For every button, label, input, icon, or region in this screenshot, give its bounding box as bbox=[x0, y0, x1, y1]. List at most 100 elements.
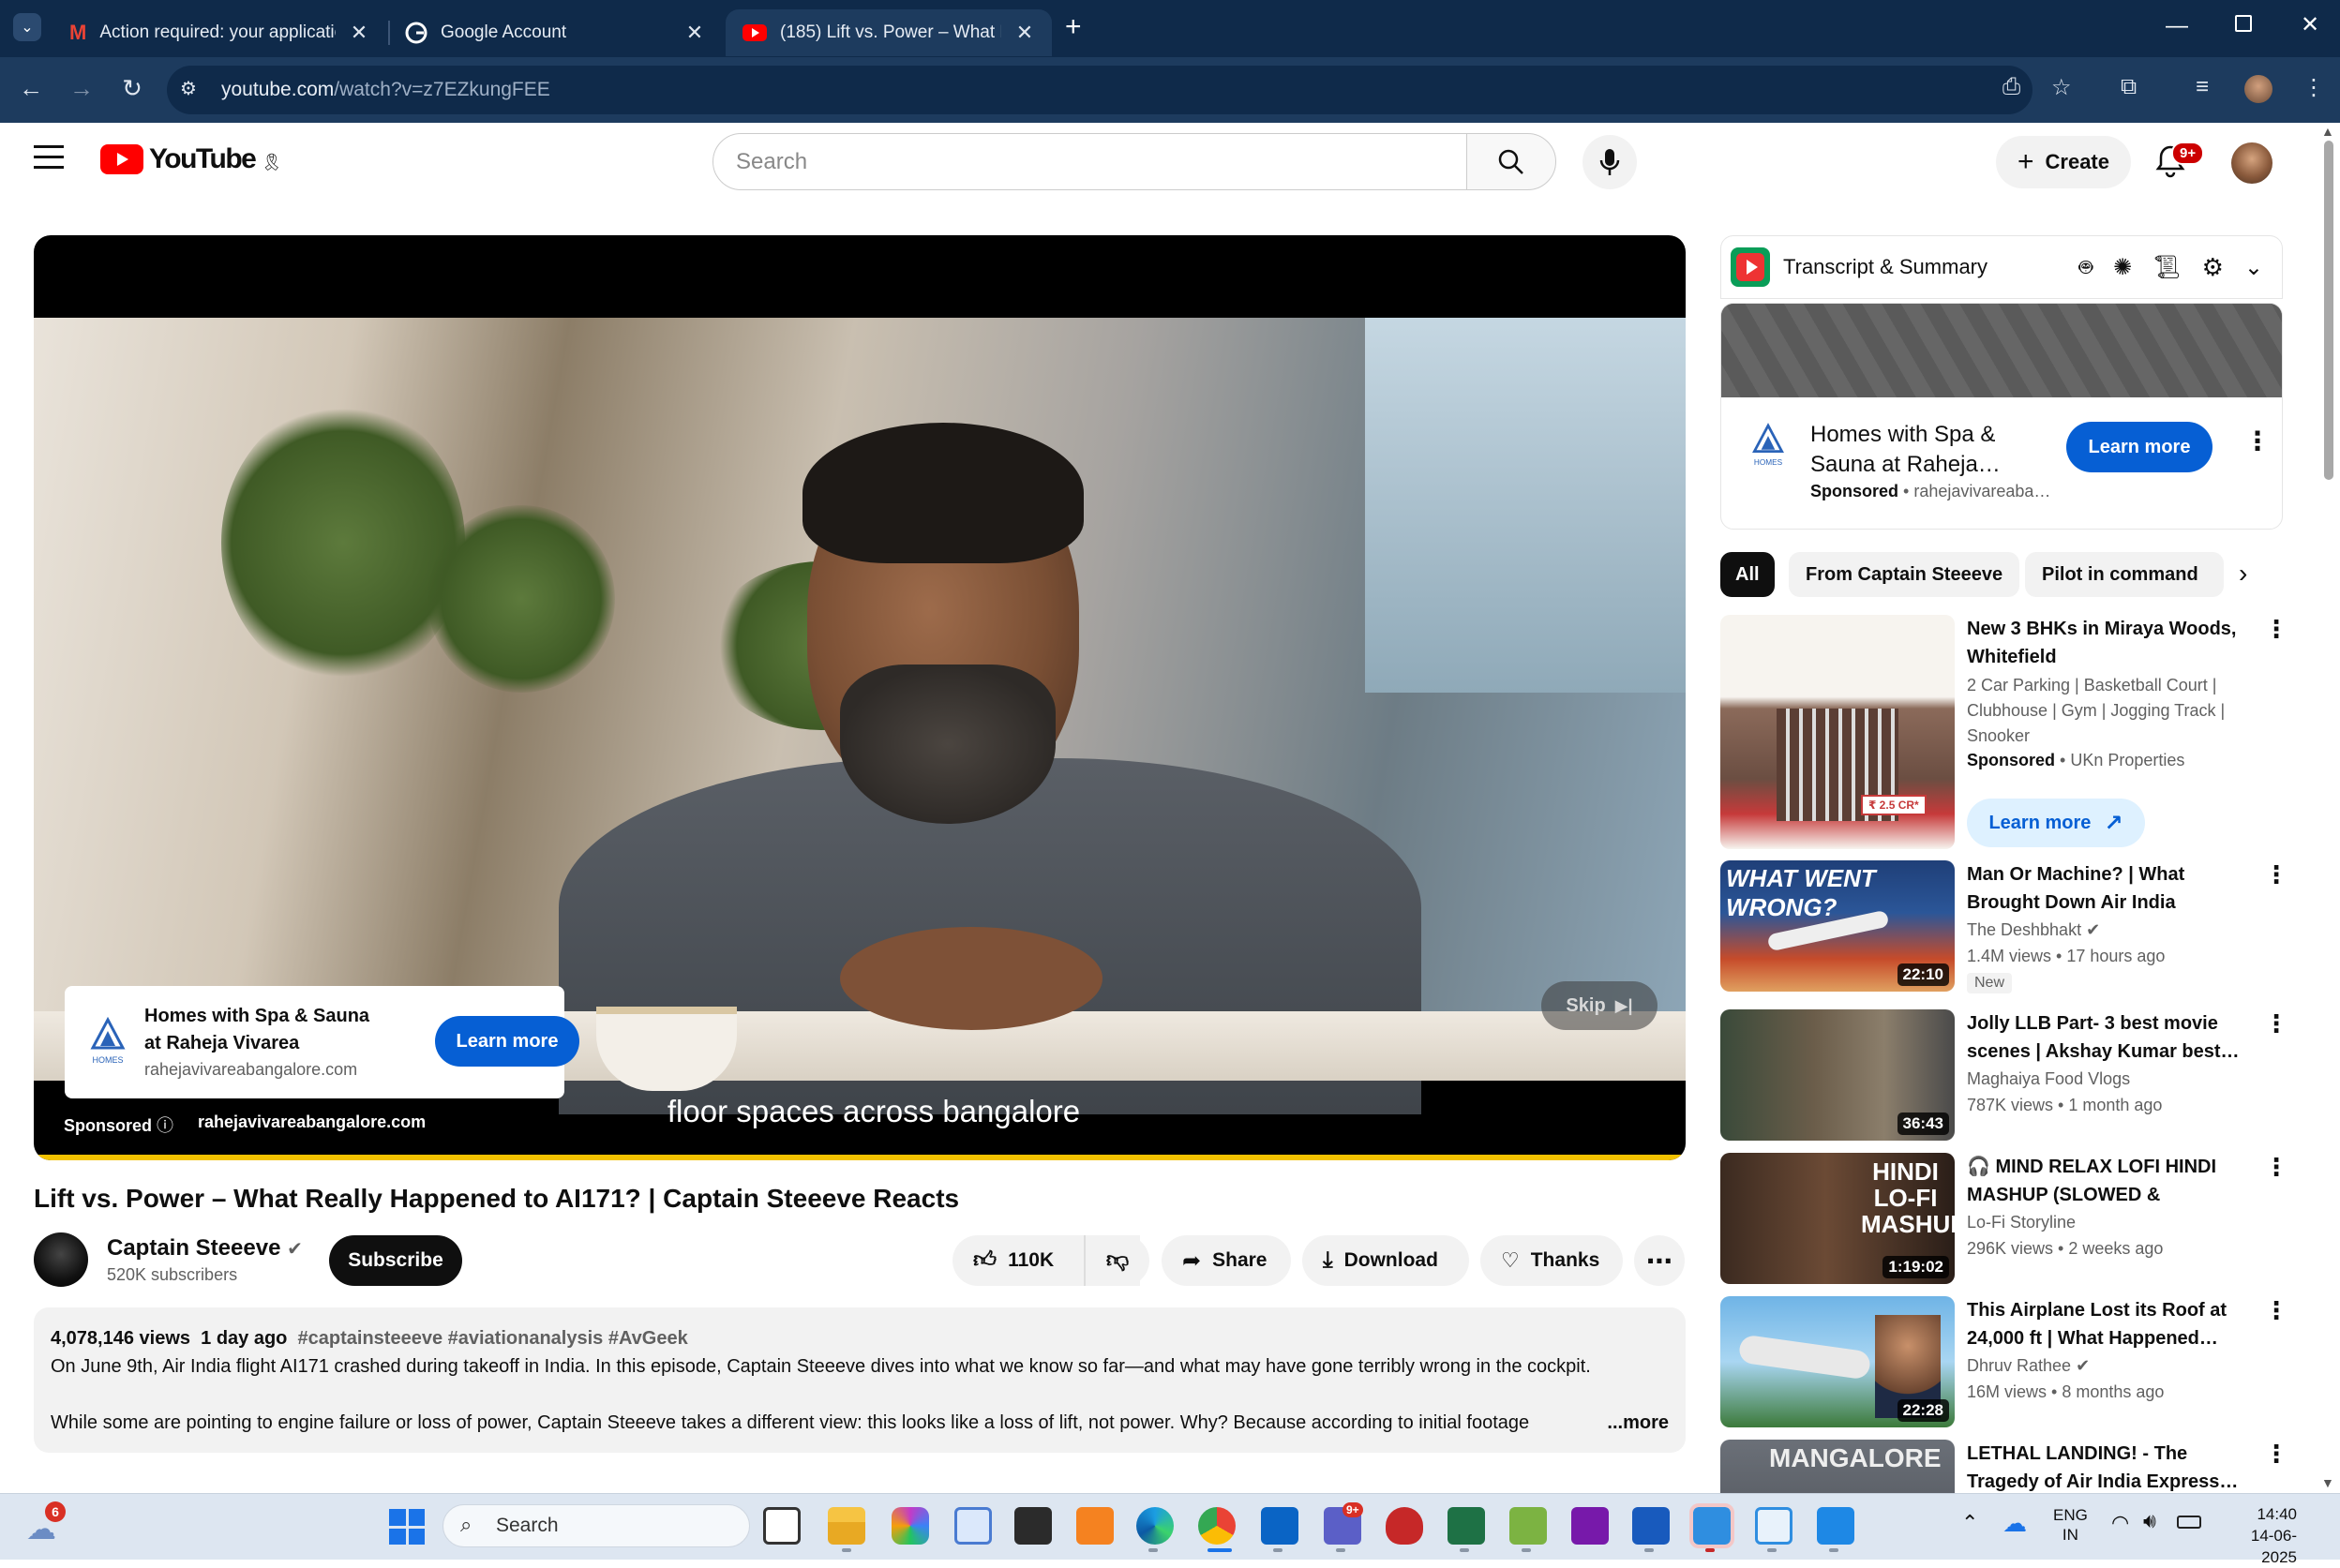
install-app-icon[interactable]: ⎙ bbox=[2002, 74, 2020, 100]
item-more-icon[interactable]: ⋮ bbox=[2264, 1153, 2288, 1182]
battery-icon[interactable] bbox=[2177, 1516, 2201, 1529]
address-bar[interactable]: youtube.com/watch?v=z7EZkungFEE bbox=[167, 66, 2032, 114]
terminal-icon[interactable] bbox=[1014, 1507, 1052, 1545]
start-button[interactable] bbox=[389, 1509, 425, 1545]
wifi-icon[interactable]: ◠ bbox=[2111, 1511, 2129, 1535]
chrome-menu-icon[interactable]: ⋮ bbox=[2302, 74, 2325, 101]
share-button[interactable]: ➦ Share bbox=[1162, 1235, 1291, 1286]
list-item[interactable]: MANGALORE LETHAL LANDING! - The Tragedy … bbox=[1720, 1440, 2283, 1493]
close-window-icon[interactable]: ✕ bbox=[2301, 11, 2319, 38]
list-item[interactable]: HINDI LO-FI MASHUP 1:19:02 🎧 MIND RELAX … bbox=[1720, 1153, 2288, 1286]
search-input[interactable]: Search bbox=[712, 133, 1467, 190]
close-tab-icon[interactable]: ✕ bbox=[684, 21, 705, 45]
video-title[interactable]: This Airplane Lost its Roof at 24,000 ft… bbox=[1967, 1296, 2248, 1352]
maximize-icon[interactable] bbox=[2235, 15, 2252, 32]
transcript-summary-panel[interactable]: Transcript & Summary 🤖︎ ✺ 📜︎ ⚙ ⌄ bbox=[1720, 235, 2283, 299]
create-button[interactable]: + Create bbox=[1996, 136, 2131, 188]
video-title[interactable]: Jolly LLB Part- 3 best movie scenes | Ak… bbox=[1967, 1009, 2248, 1066]
tab-google-account[interactable]: Google Account ✕ bbox=[388, 9, 722, 56]
sponsored-label[interactable]: Sponsored ⓘ bbox=[64, 1113, 173, 1137]
chart-app-icon[interactable] bbox=[1509, 1507, 1547, 1545]
office-app-icon[interactable] bbox=[1076, 1507, 1114, 1545]
volume-icon[interactable]: 🔊︎ bbox=[2143, 1509, 2156, 1533]
thanks-button[interactable]: ♡ Thanks bbox=[1480, 1235, 1623, 1286]
video-title[interactable]: Man Or Machine? | What Brought Down Air … bbox=[1967, 860, 2248, 917]
scroll-up-icon[interactable]: ▲ bbox=[2321, 124, 2334, 139]
remote-desktop-icon[interactable] bbox=[1689, 1503, 1734, 1548]
bookmark-star-icon[interactable]: ☆ bbox=[2051, 74, 2072, 101]
settings-gear-icon[interactable]: ⚙ bbox=[2202, 253, 2224, 282]
subscribe-button[interactable]: Subscribe bbox=[329, 1235, 462, 1286]
voice-search-button[interactable] bbox=[1582, 135, 1637, 189]
item-more-icon[interactable]: ⋮ bbox=[2264, 1296, 2288, 1325]
clock[interactable]: 14:40 14-06-2025 bbox=[2222, 1503, 2297, 1568]
channel-name[interactable]: Captain Steeeve ✔ bbox=[107, 1235, 303, 1262]
m365-icon[interactable] bbox=[892, 1507, 929, 1545]
skip-ad-button[interactable]: Skip ▶| bbox=[1541, 981, 1658, 1030]
list-item[interactable]: 36:43 Jolly LLB Part- 3 best movie scene… bbox=[1720, 1009, 2288, 1142]
taskbar-search[interactable]: ⌕ Search bbox=[442, 1504, 750, 1547]
ad-more-icon[interactable]: ⋮ bbox=[2244, 426, 2271, 456]
sponsored-title[interactable]: New 3 BHKs in Miraya Woods, Whitefield bbox=[1967, 615, 2248, 671]
file-explorer-icon[interactable] bbox=[828, 1507, 865, 1545]
youtube-logo[interactable]: YouTube 🎗 bbox=[100, 143, 282, 175]
close-tab-icon[interactable]: ✕ bbox=[1014, 21, 1035, 45]
hashtags[interactable]: #captainsteeeve #aviationanalysis #AvGee… bbox=[298, 1328, 688, 1349]
scrollbar-thumb[interactable] bbox=[2324, 141, 2333, 480]
chevron-down-icon[interactable]: ⌄ bbox=[2244, 254, 2263, 281]
photos-app-icon[interactable] bbox=[1817, 1507, 1854, 1545]
tab-gmail[interactable]: M Action required: your applicatio ✕ bbox=[52, 9, 386, 56]
list-item[interactable]: 22:28 This Airplane Lost its Roof at 24,… bbox=[1720, 1296, 2288, 1429]
channel-name[interactable]: Maghaiya Food Vlogs bbox=[1967, 1069, 2130, 1089]
sponsored-list-item[interactable]: ₹ 2.5 CR* New 3 BHKs in Miraya Woods, Wh… bbox=[1720, 615, 2288, 849]
hamburger-menu-icon[interactable] bbox=[34, 145, 64, 169]
video-player[interactable]: HOMES Homes with Spa & Sauna at Raheja V… bbox=[34, 235, 1686, 1160]
sponsored-url[interactable]: rahejavivareabangalore.com bbox=[198, 1113, 426, 1132]
player-ad-card[interactable]: HOMES Homes with Spa & Sauna at Raheja V… bbox=[65, 986, 579, 1098]
channel-name[interactable]: The Deshbhakt ✔ bbox=[1967, 920, 2100, 940]
media-control-icon[interactable]: ≡ bbox=[2196, 74, 2209, 100]
video-thumbnail[interactable]: HINDI LO-FI MASHUP 1:19:02 bbox=[1720, 1153, 1955, 1284]
onenote-icon[interactable] bbox=[1571, 1507, 1609, 1545]
language-indicator[interactable]: ENG IN bbox=[2053, 1505, 2088, 1545]
profile-avatar[interactable] bbox=[2244, 75, 2272, 103]
extensions-icon[interactable]: ⧉ bbox=[2121, 74, 2137, 100]
item-more-icon[interactable]: ⋮ bbox=[2264, 860, 2288, 889]
security-app-icon[interactable] bbox=[1386, 1507, 1423, 1545]
list-item[interactable]: WHAT WENT WRONG? 22:10 Man Or Machine? |… bbox=[1720, 860, 2288, 993]
channel-name[interactable]: Lo-Fi Storyline bbox=[1967, 1213, 2076, 1232]
chip-pilot-in-command[interactable]: Pilot in command bbox=[2025, 552, 2224, 597]
channel-avatar[interactable] bbox=[34, 1232, 88, 1287]
ad-learn-more-button[interactable]: Learn more bbox=[435, 1016, 579, 1067]
minimize-icon[interactable]: — bbox=[2166, 13, 2188, 39]
dislike-button[interactable]: 👎︎ bbox=[1084, 1235, 1149, 1286]
item-more-icon[interactable]: ⋮ bbox=[2264, 1009, 2288, 1038]
sidebar-ad-learn-more-button[interactable]: Learn more bbox=[2066, 422, 2212, 472]
tray-overflow-icon[interactable]: ⌃ bbox=[1961, 1511, 1978, 1535]
info-icon[interactable]: ⓘ bbox=[157, 1116, 173, 1135]
word-icon[interactable] bbox=[1632, 1507, 1670, 1545]
item-more-icon[interactable]: ⋮ bbox=[2264, 615, 2288, 644]
video-thumbnail[interactable]: WHAT WENT WRONG? 22:10 bbox=[1720, 860, 1955, 992]
chrome-icon[interactable] bbox=[1198, 1507, 1236, 1545]
site-info-icon[interactable]: ⚙ bbox=[180, 77, 197, 100]
account-avatar[interactable] bbox=[2231, 142, 2272, 184]
search-button[interactable] bbox=[1466, 133, 1556, 190]
outlook-icon[interactable] bbox=[1261, 1507, 1298, 1545]
more-actions-button[interactable]: ⋯ bbox=[1634, 1235, 1685, 1286]
snipping-tool-icon[interactable] bbox=[1755, 1507, 1792, 1545]
ad-progress-bar[interactable] bbox=[34, 1155, 1686, 1160]
tab-search-button[interactable]: ⌄ bbox=[13, 13, 41, 41]
video-thumbnail[interactable]: 22:28 bbox=[1720, 1296, 1955, 1427]
new-tab-button[interactable]: + bbox=[1065, 11, 1082, 43]
item-more-icon[interactable]: ⋮ bbox=[2264, 1440, 2283, 1469]
video-frame[interactable] bbox=[34, 318, 1686, 1114]
chip-all[interactable]: All bbox=[1720, 552, 1775, 597]
description-box[interactable]: 4,078,146 views 1 day ago #captainsteeev… bbox=[34, 1307, 1686, 1453]
chatgpt-icon[interactable]: ✺ bbox=[2113, 254, 2132, 281]
forward-icon[interactable]: → bbox=[66, 74, 98, 103]
chip-from-channel[interactable]: From Captain Steeeve bbox=[1789, 552, 2020, 597]
chips-next-icon[interactable]: › bbox=[2239, 559, 2247, 589]
channel-name[interactable]: Dhruv Rathee ✔ bbox=[1967, 1356, 2090, 1376]
video-title[interactable]: LETHAL LANDING! - The Tragedy of Air Ind… bbox=[1967, 1440, 2248, 1493]
